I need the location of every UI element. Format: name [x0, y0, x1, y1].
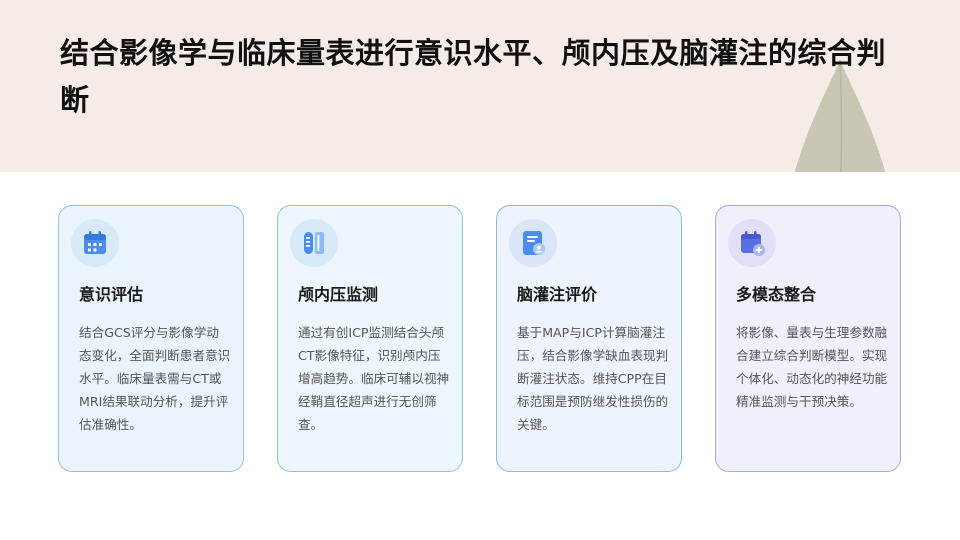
card-icon-badge: [290, 219, 338, 267]
card-body: 将影像、量表与生理参数融合建立综合判断模型。实现个体化、动态化的神经功能精准监测…: [736, 325, 888, 409]
page-title: 结合影像学与临床量表进行意识水平、颅内压及脑灌注的综合判断: [60, 36, 887, 117]
card-multimodal-integration: 多模态整合 将影像、量表与生理参数融合建立综合判断模型。实现个体化、动态化的神经…: [715, 205, 901, 472]
card-body: 基于MAP与ICP计算脑灌注压，结合影像学缺血表现判断灌注状态。维持CPP在目标…: [517, 325, 669, 432]
gauge-bars-icon: [304, 232, 324, 254]
calendar-add-icon: [741, 231, 765, 256]
card-icp-monitoring: 颅内压监测 通过有创ICP监测结合头颅CT影像特征，识别颅内压增高趋势。临床可辅…: [277, 205, 463, 472]
card-body: 通过有创ICP监测结合头颅CT影像特征，识别颅内压增高趋势。临床可辅以视神经鞘直…: [298, 325, 450, 432]
card-icon-badge: [71, 219, 119, 267]
document-user-icon: [523, 231, 545, 255]
card-title: 意识评估: [79, 285, 144, 304]
card-title: 多模态整合: [736, 285, 817, 304]
card-perfusion-evaluation: 脑灌注评价 基于MAP与ICP计算脑灌注压，结合影像学缺血表现判断灌注状态。维持…: [496, 205, 682, 472]
card-body: 结合GCS评分与影像学动态变化，全面判断患者意识水平。临床量表需与CT或MRI结…: [79, 325, 231, 432]
card-title: 颅内压监测: [298, 285, 379, 304]
card-title: 脑灌注评价: [517, 285, 598, 304]
calendar-icon: [84, 231, 106, 254]
card-icon-badge: [728, 219, 776, 267]
card-icon-badge: [509, 219, 557, 267]
card-consciousness-assessment: 意识评估 结合GCS评分与影像学动态变化，全面判断患者意识水平。临床量表需与CT…: [58, 205, 244, 472]
